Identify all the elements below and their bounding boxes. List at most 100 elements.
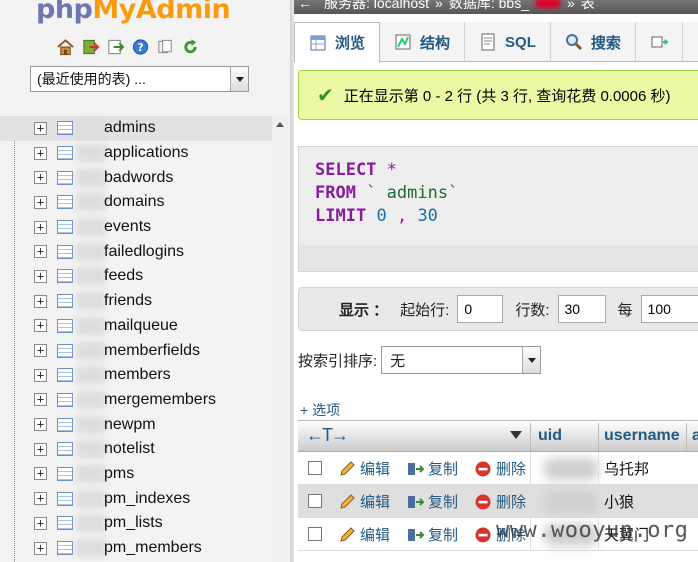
expand-icon[interactable]: +	[34, 541, 47, 555]
table-name[interactable]: mergemembers	[104, 391, 216, 409]
docs-icon[interactable]	[156, 38, 175, 56]
edit-button[interactable]: 编辑	[338, 452, 390, 485]
table-icon[interactable]	[57, 146, 73, 161]
expand-icon[interactable]: +	[34, 467, 47, 481]
table-row[interactable]: + domains	[0, 190, 272, 215]
table-icon[interactable]	[57, 491, 73, 506]
phpmyadmin-logo[interactable]: phpMyAdmin	[36, 0, 231, 25]
table-row[interactable]: + notelist	[0, 437, 272, 462]
column-header-username[interactable]: username	[604, 421, 680, 451]
table-row[interactable]: + members	[0, 363, 272, 388]
table-row[interactable]: + badwords	[0, 165, 272, 190]
table-icon[interactable]	[57, 220, 73, 235]
nav-scrollbar[interactable]	[272, 116, 288, 562]
table-name[interactable]: pms	[104, 465, 134, 483]
expand-icon[interactable]: +	[34, 269, 47, 283]
chevron-down-icon[interactable]	[510, 431, 522, 439]
expand-icon[interactable]: +	[34, 220, 47, 234]
expand-icon[interactable]: +	[34, 121, 47, 135]
table-icon[interactable]	[57, 516, 73, 531]
expand-icon[interactable]: +	[34, 516, 47, 530]
table-row[interactable]: + events	[0, 215, 272, 240]
edit-button[interactable]: 编辑	[338, 518, 390, 551]
column-header-uid[interactable]: uid	[538, 421, 562, 451]
tab-more[interactable]	[636, 22, 683, 62]
username-cell[interactable]: 小狼	[604, 485, 634, 518]
expand-icon[interactable]: +	[34, 195, 47, 209]
table-icon[interactable]	[57, 541, 73, 556]
breadcrumb-server[interactable]: 服务器: localhost	[324, 0, 429, 13]
table-row[interactable]: + admins	[0, 116, 272, 141]
expand-icon[interactable]: +	[34, 294, 47, 308]
table-name[interactable]: notelist	[104, 440, 155, 458]
table-row[interactable]: + feeds	[0, 264, 272, 289]
column-header-extra[interactable]: a	[692, 421, 698, 451]
table-row[interactable]: + pm_members	[0, 536, 272, 561]
expand-icon[interactable]: +	[34, 492, 47, 506]
table-name[interactable]: applications	[104, 144, 189, 162]
table-icon[interactable]	[57, 244, 73, 259]
reload-icon[interactable]	[181, 38, 200, 56]
table-name[interactable]: friends	[104, 292, 152, 310]
table-row[interactable]: + newpm	[0, 412, 272, 437]
column-resize-arrows-icon[interactable]: ←T→	[306, 425, 349, 446]
options-link[interactable]: + 选项	[300, 400, 340, 420]
sql-query-icon[interactable]	[106, 38, 125, 56]
expand-icon[interactable]: +	[34, 368, 47, 382]
row-checkbox[interactable]	[308, 527, 322, 541]
table-name[interactable]: feeds	[104, 267, 143, 285]
table-name[interactable]: newpm	[104, 416, 156, 434]
help-icon[interactable]: ?	[131, 38, 150, 56]
table-icon[interactable]	[57, 318, 73, 333]
table-row[interactable]: + pm_lists	[0, 511, 272, 536]
repeat-header-input[interactable]	[640, 295, 698, 323]
table-icon[interactable]	[57, 121, 73, 136]
table-row[interactable]: + pm_indexes	[0, 486, 272, 511]
table-icon[interactable]	[57, 343, 73, 358]
table-name[interactable]: events	[104, 218, 151, 236]
expand-icon[interactable]: +	[34, 245, 47, 259]
expand-icon[interactable]: +	[34, 344, 47, 358]
table-name[interactable]: members	[104, 366, 171, 384]
table-name[interactable]: failedlogins	[104, 243, 184, 261]
table-row[interactable]: + friends	[0, 289, 272, 314]
table-name[interactable]: domains	[104, 193, 164, 211]
table-icon[interactable]	[57, 417, 73, 432]
table-icon[interactable]	[57, 269, 73, 284]
tab-structure[interactable]: 结构	[380, 22, 466, 62]
row-checkbox[interactable]	[308, 494, 322, 508]
table-icon[interactable]	[57, 442, 73, 457]
table-name[interactable]: admins	[104, 119, 156, 137]
row-checkbox[interactable]	[308, 461, 322, 475]
delete-button[interactable]: 删除	[474, 485, 526, 518]
tab-browse[interactable]: 浏览	[294, 22, 381, 63]
username-cell[interactable]: 乌托邦	[604, 452, 649, 485]
tab-sql[interactable]: SQL	[465, 22, 551, 62]
table-name[interactable]: memberfields	[104, 342, 200, 360]
table-name[interactable]: pm_members	[104, 539, 202, 557]
expand-icon[interactable]: +	[34, 146, 47, 160]
table-icon[interactable]	[57, 170, 73, 185]
tab-search[interactable]: 搜索	[551, 22, 636, 62]
table-row[interactable]: + mergemembers	[0, 388, 272, 413]
table-row[interactable]: + failedlogins	[0, 239, 272, 264]
chevron-down-icon[interactable]	[522, 347, 541, 373]
table-icon[interactable]	[57, 392, 73, 407]
expand-icon[interactable]: +	[34, 442, 47, 456]
table-name[interactable]: badwords	[104, 169, 173, 187]
edit-button[interactable]: 编辑	[338, 485, 390, 518]
scroll-up-icon[interactable]	[272, 116, 288, 132]
table-row[interactable]: + applications	[0, 141, 272, 166]
exit-icon[interactable]	[81, 38, 100, 56]
collapse-arrow-icon[interactable]: ←	[298, 0, 318, 11]
table-row[interactable]: + memberfields	[0, 338, 272, 363]
copy-button[interactable]: 复制	[406, 485, 458, 518]
expand-icon[interactable]: +	[34, 393, 47, 407]
start-row-input[interactable]	[457, 295, 504, 323]
table-name[interactable]: mailqueue	[104, 317, 178, 335]
table-icon[interactable]	[57, 294, 73, 309]
table-icon[interactable]	[57, 466, 73, 481]
breadcrumb-table[interactable]: 表	[581, 0, 595, 13]
recent-tables-select[interactable]: (最近使用的表) ...	[30, 66, 249, 92]
expand-icon[interactable]: +	[34, 319, 47, 333]
